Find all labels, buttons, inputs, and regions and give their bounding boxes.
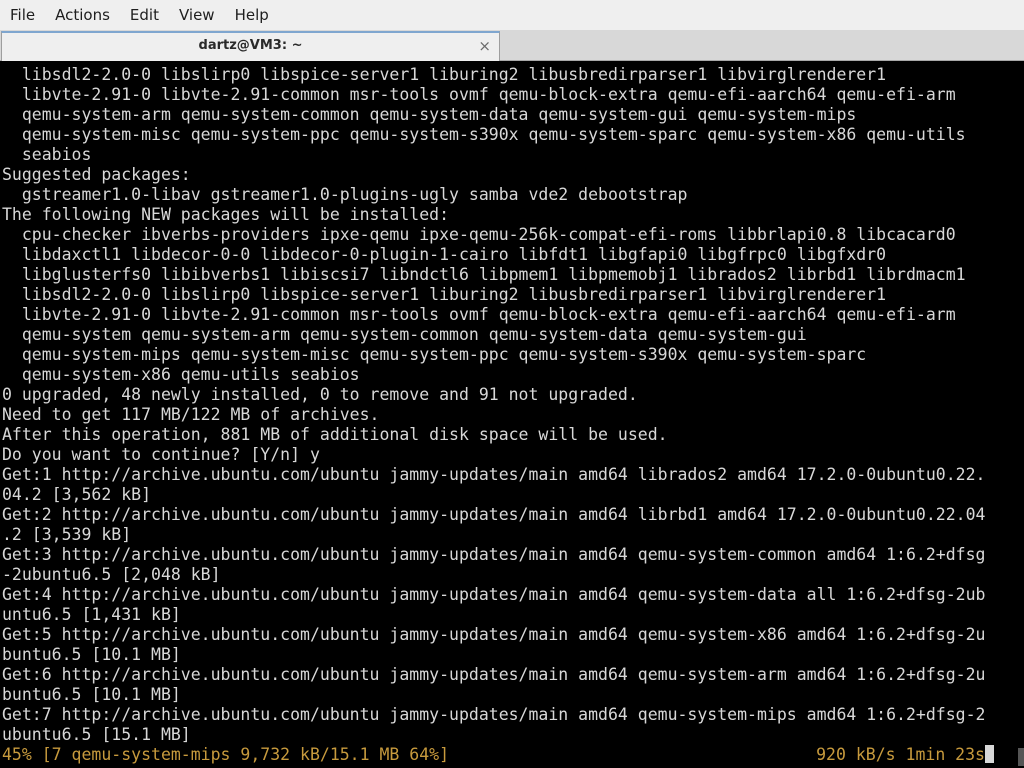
- terminal-line: qemu-system-mips qemu-system-misc qemu-s…: [2, 345, 867, 364]
- terminal-line: Get:5 http://archive.ubuntu.com/ubuntu j…: [2, 625, 986, 644]
- terminal-line: The following NEW packages will be insta…: [2, 205, 450, 224]
- scrollbar-thumb[interactable]: [1018, 748, 1024, 766]
- scrollbar-track[interactable]: [1018, 63, 1024, 768]
- terminal-line: 04.2 [3,562 kB]: [2, 485, 152, 504]
- terminal-line: ubuntu6.5 [15.1 MB]: [2, 725, 191, 744]
- terminal-output[interactable]: libsdl2-2.0-0 libslirp0 libspice-server1…: [0, 63, 1024, 768]
- terminal-line: Suggested packages:: [2, 165, 191, 184]
- terminal-line: Need to get 117 MB/122 MB of archives.: [2, 405, 380, 424]
- menu-actions[interactable]: Actions: [45, 0, 120, 30]
- close-icon[interactable]: ×: [478, 36, 491, 56]
- terminal-line: Get:4 http://archive.ubuntu.com/ubuntu j…: [2, 585, 986, 604]
- terminal-lines: libsdl2-2.0-0 libslirp0 libspice-server1…: [2, 65, 1024, 745]
- terminal-line: gstreamer1.0-libav gstreamer1.0-plugins-…: [2, 185, 688, 204]
- terminal-line: qemu-system-misc qemu-system-ppc qemu-sy…: [2, 125, 966, 144]
- download-speed-eta: 920 kB/s 1min 23s: [816, 745, 985, 764]
- terminal-line: After this operation, 881 MB of addition…: [2, 425, 668, 444]
- terminal-line: libvte-2.91-0 libvte-2.91-common msr-too…: [2, 85, 956, 104]
- menu-file[interactable]: File: [0, 0, 45, 30]
- terminal-line: qemu-system qemu-system-arm qemu-system-…: [2, 325, 807, 344]
- terminal-line: Do you want to continue? [Y/n] y: [2, 445, 320, 464]
- download-status-line: 45% [7 qemu-system-mips 9,732 kB/15.1 MB…: [2, 745, 1024, 765]
- terminal-line: .2 [3,539 kB]: [2, 525, 132, 544]
- terminal-line: seabios: [2, 145, 92, 164]
- download-progress-text: 45% [7 qemu-system-mips 9,732 kB/15.1 MB…: [2, 745, 450, 764]
- terminal-line: cpu-checker ibverbs-providers ipxe-qemu …: [2, 225, 956, 244]
- terminal-line: Get:7 http://archive.ubuntu.com/ubuntu j…: [2, 705, 986, 724]
- menu-view[interactable]: View: [169, 0, 225, 30]
- status-spacer: [449, 745, 816, 765]
- terminal-line: Get:6 http://archive.ubuntu.com/ubuntu j…: [2, 665, 986, 684]
- menu-edit[interactable]: Edit: [120, 0, 169, 30]
- terminal-line: libsdl2-2.0-0 libslirp0 libspice-server1…: [2, 65, 887, 84]
- tab-bar: dartz@VM3: ~ ×: [0, 30, 1024, 61]
- terminal-line: Get:2 http://archive.ubuntu.com/ubuntu j…: [2, 505, 986, 524]
- terminal-line: qemu-system-x86 qemu-utils seabios: [2, 365, 360, 384]
- terminal-tab[interactable]: dartz@VM3: ~ ×: [1, 31, 500, 61]
- terminal-cursor: [985, 745, 994, 763]
- terminal-line: Get:3 http://archive.ubuntu.com/ubuntu j…: [2, 545, 986, 564]
- terminal-line: Get:1 http://archive.ubuntu.com/ubuntu j…: [2, 465, 986, 484]
- terminal-line: libvte-2.91-0 libvte-2.91-common msr-too…: [2, 305, 956, 324]
- terminal-line: buntu6.5 [10.1 MB]: [2, 685, 181, 704]
- terminal-line: -2ubuntu6.5 [2,048 kB]: [2, 565, 221, 584]
- tab-title: dartz@VM3: ~: [198, 38, 303, 53]
- terminal-line: untu6.5 [1,431 kB]: [2, 605, 181, 624]
- terminal-line: 0 upgraded, 48 newly installed, 0 to rem…: [2, 385, 638, 404]
- terminal-line: libglusterfs0 libibverbs1 libiscsi7 libn…: [2, 265, 966, 284]
- menu-help[interactable]: Help: [225, 0, 279, 30]
- terminal-line: qemu-system-arm qemu-system-common qemu-…: [2, 105, 857, 124]
- menu-bar: File Actions Edit View Help: [0, 0, 1024, 30]
- terminal-line: buntu6.5 [10.1 MB]: [2, 645, 181, 664]
- terminal-line: libdaxctl1 libdecor-0-0 libdecor-0-plugi…: [2, 245, 887, 264]
- terminal-line: libsdl2-2.0-0 libslirp0 libspice-server1…: [2, 285, 887, 304]
